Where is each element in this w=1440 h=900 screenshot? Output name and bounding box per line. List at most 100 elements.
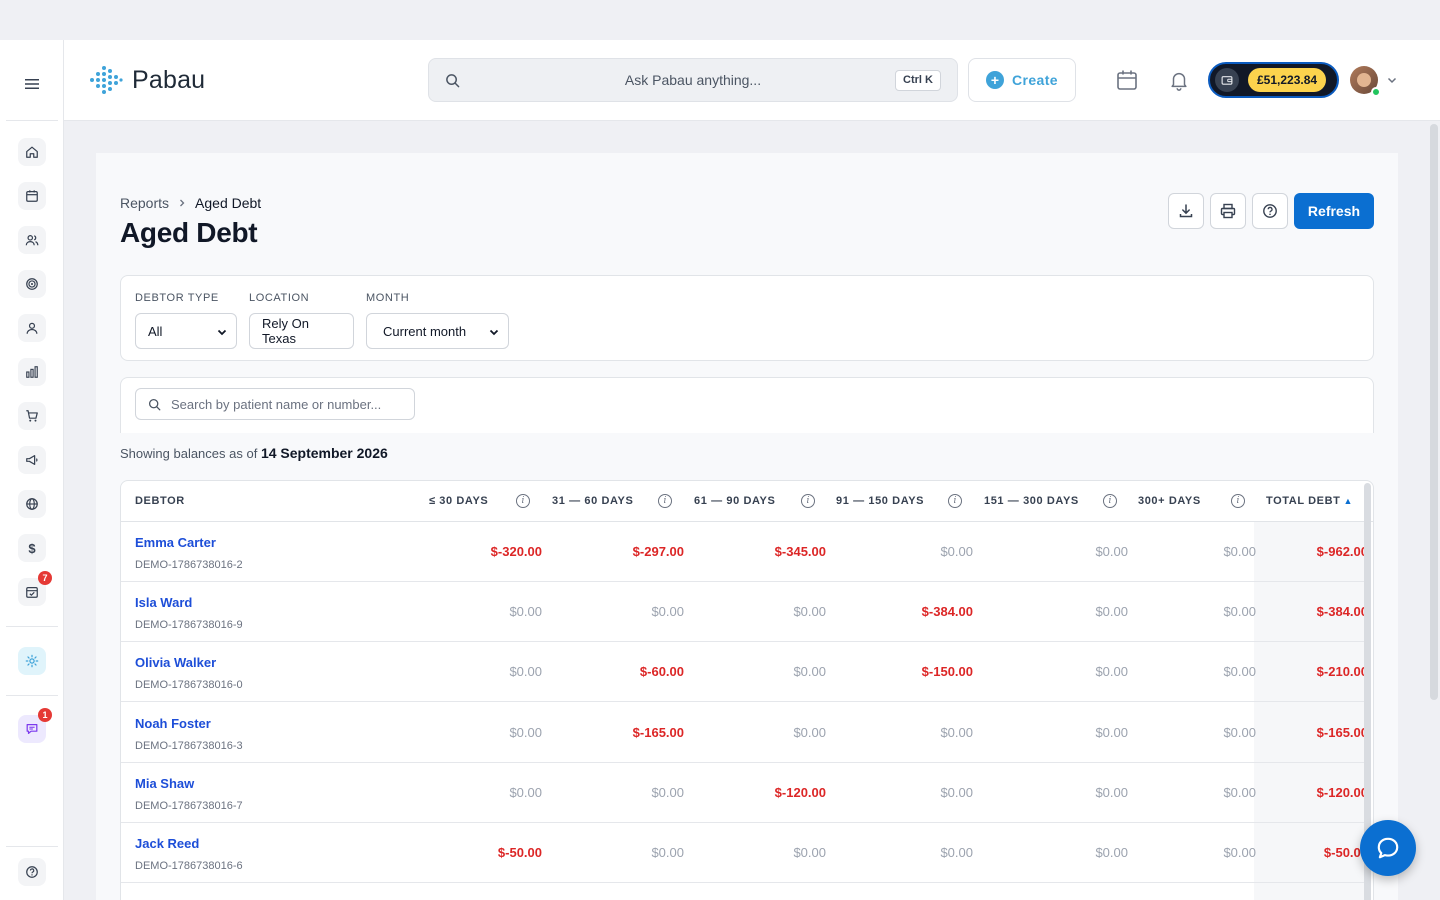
info-icon[interactable]: i bbox=[948, 494, 962, 508]
location-label: LOCATION bbox=[249, 292, 310, 304]
debtor-name-link[interactable]: Emma Carter bbox=[135, 535, 216, 550]
aged-debt-table: DEBTOR ≤ 30 DAYS i 31 — 60 DAYS i 61 — 9… bbox=[120, 480, 1374, 900]
month-select[interactable]: Current month bbox=[366, 313, 509, 349]
chevron-right-icon bbox=[180, 199, 185, 207]
bar-chart-icon bbox=[26, 366, 38, 378]
col-header-300-plus-days[interactable]: 300+ DAYS bbox=[1138, 495, 1201, 507]
aged-amount-cell: $0.00 bbox=[793, 664, 826, 680]
wallet-icon bbox=[1215, 68, 1239, 92]
debtor-patient-number: DEMO-1786738016-6 bbox=[135, 860, 243, 872]
sidebar-item-tasks[interactable]: 7 bbox=[18, 571, 52, 606]
table-row[interactable]: Jack Reed DEMO-1786738016-6 $-50.00 $0.00 $0… bbox=[121, 823, 1368, 883]
table-header: DEBTOR ≤ 30 DAYS i 31 — 60 DAYS i 61 — 9… bbox=[121, 481, 1373, 522]
sidebar-item-ai-assistant[interactable] bbox=[18, 647, 46, 675]
sidebar-item-shop[interactable] bbox=[18, 402, 46, 430]
location-select[interactable]: Rely On Texas bbox=[249, 313, 354, 349]
help-button[interactable] bbox=[1252, 193, 1288, 229]
menu-toggle-button[interactable] bbox=[16, 68, 48, 100]
plus-circle-icon: + bbox=[986, 71, 1004, 89]
table-row[interactable]: Noah Foster DEMO-1786738016-3 $0.00 $-165.0… bbox=[121, 703, 1368, 763]
patient-search-input[interactable]: Search by patient name or number... bbox=[135, 388, 415, 420]
calendar-icon bbox=[26, 190, 38, 202]
total-debt-cell: $-165.00 bbox=[1316, 724, 1368, 740]
sidebar-item-messages[interactable]: 1 bbox=[18, 708, 52, 743]
col-header-150-days[interactable]: 91 — 150 DAYS bbox=[836, 495, 924, 507]
live-chat-button[interactable] bbox=[1360, 820, 1416, 876]
info-icon[interactable]: i bbox=[516, 494, 530, 508]
col-header-debtor[interactable]: DEBTOR bbox=[135, 495, 185, 507]
aged-amount-cell: $0.00 bbox=[1095, 784, 1128, 800]
total-debt-cell: $-962.00 bbox=[1316, 544, 1368, 559]
chat-bubble-icon bbox=[1377, 837, 1399, 859]
debtor-patient-number: DEMO-1786738016-7 bbox=[135, 799, 243, 812]
wallet-balance-button[interactable]: £51,223.84 bbox=[1208, 62, 1339, 98]
aged-amount-cell: $0.00 bbox=[940, 845, 973, 860]
sidebar-item-clients[interactable] bbox=[18, 314, 46, 342]
debtor-name-link[interactable]: Olivia Walker bbox=[135, 655, 216, 670]
search-shortcut-hint: Ctrl K bbox=[895, 70, 941, 91]
col-header-total-debt[interactable]: TOTAL DEBT ▲ bbox=[1266, 495, 1353, 507]
sidebar-item-online[interactable] bbox=[18, 490, 46, 518]
breadcrumb-current: Aged Debt bbox=[195, 195, 262, 211]
user-icon bbox=[26, 322, 38, 334]
notifications-button[interactable] bbox=[1166, 67, 1192, 93]
messages-count-badge: 1 bbox=[38, 708, 52, 722]
aged-amount-cell: $0.00 bbox=[793, 724, 826, 740]
chat-icon bbox=[26, 724, 38, 734]
sidebar-item-help[interactable] bbox=[18, 858, 46, 886]
aged-amount-cell: $0.00 bbox=[1223, 845, 1256, 860]
pabau-logo-icon bbox=[90, 66, 123, 94]
home-icon bbox=[26, 146, 38, 158]
sidebar-divider bbox=[6, 626, 58, 627]
create-button[interactable]: + Create bbox=[968, 58, 1076, 102]
sidebar-item-marketing[interactable] bbox=[18, 446, 46, 474]
table-row[interactable]: Isla Ward DEMO-1786738016-9 $0.00 $0.00 $0.0… bbox=[121, 582, 1368, 643]
info-icon[interactable]: i bbox=[1231, 494, 1245, 508]
debtor-name-link[interactable]: Noah Foster bbox=[135, 716, 211, 731]
aged-amount-cell: $-50.00 bbox=[497, 845, 542, 860]
print-button[interactable] bbox=[1210, 193, 1246, 229]
download-button[interactable] bbox=[1168, 193, 1204, 229]
aged-amount-cell: $0.00 bbox=[793, 604, 826, 620]
table-row[interactable]: Mia Shaw DEMO-1786738016-7 $0.00 $0.00 $-120… bbox=[121, 763, 1368, 823]
filters-panel: DEBTOR TYPE All LOCATION Rely On Texas M… bbox=[120, 275, 1374, 361]
aged-amount-cell: $0.00 bbox=[1223, 604, 1256, 620]
sidebar-item-home[interactable] bbox=[18, 138, 46, 166]
main-content: Reports Aged Debt Aged Debt Refresh DEBT… bbox=[96, 153, 1398, 900]
debtor-name-link[interactable]: Isla Ward bbox=[135, 595, 192, 610]
total-debt-cell: $-210.00 bbox=[1316, 664, 1368, 680]
debtor-patient-number: DEMO-1786738016-2 bbox=[135, 559, 243, 571]
info-icon[interactable]: i bbox=[801, 494, 815, 508]
pabau-logo[interactable]: Pabau bbox=[88, 64, 205, 96]
aged-amount-cell: $0.00 bbox=[1095, 604, 1128, 620]
aged-amount-cell: $-165.00 bbox=[632, 724, 684, 740]
table-row[interactable]: Olivia Walker DEMO-1786738016-0 $0.00 $-60.… bbox=[121, 642, 1368, 703]
location-filter: LOCATION Rely On Texas bbox=[249, 292, 354, 349]
sidebar-item-reports[interactable] bbox=[18, 358, 46, 386]
sidebar-item-contacts[interactable] bbox=[18, 226, 46, 254]
col-header-60-days[interactable]: 31 — 60 DAYS bbox=[552, 495, 633, 507]
page-scrollbar[interactable] bbox=[1430, 124, 1438, 700]
info-icon[interactable]: i bbox=[1103, 494, 1117, 508]
search-icon bbox=[148, 398, 161, 410]
user-avatar[interactable] bbox=[1350, 66, 1381, 97]
breadcrumb-reports-link[interactable]: Reports bbox=[120, 195, 169, 211]
global-search-input[interactable]: Ask Pabau anything... Ctrl K bbox=[428, 58, 958, 102]
debtor-name-link[interactable]: Mia Shaw bbox=[135, 776, 194, 791]
sidebar-item-finance[interactable]: $ bbox=[18, 534, 46, 562]
search-placeholder: Ask Pabau anything... bbox=[624, 72, 762, 88]
aged-amount-cell: $0.00 bbox=[509, 664, 542, 680]
col-header-300-days[interactable]: 151 — 300 DAYS bbox=[984, 495, 1079, 507]
col-header-30-days[interactable]: ≤ 30 DAYS bbox=[429, 495, 488, 507]
calendar-button[interactable] bbox=[1114, 67, 1140, 93]
sidebar-item-calendar[interactable] bbox=[18, 182, 46, 210]
refresh-button[interactable]: Refresh bbox=[1294, 193, 1374, 229]
col-header-90-days[interactable]: 61 — 90 DAYS bbox=[694, 495, 775, 507]
info-icon[interactable]: i bbox=[658, 494, 672, 508]
sidebar-item-targets[interactable] bbox=[18, 270, 46, 298]
chevron-down-icon[interactable] bbox=[1386, 74, 1398, 86]
debtor-type-select[interactable]: All bbox=[135, 313, 237, 349]
debtor-name-link[interactable]: Jack Reed bbox=[135, 836, 199, 851]
aged-amount-cell: $-297.00 bbox=[632, 544, 684, 559]
table-row[interactable]: Emma Carter DEMO-1786738016-2 $-320.00 $-29… bbox=[121, 522, 1368, 582]
